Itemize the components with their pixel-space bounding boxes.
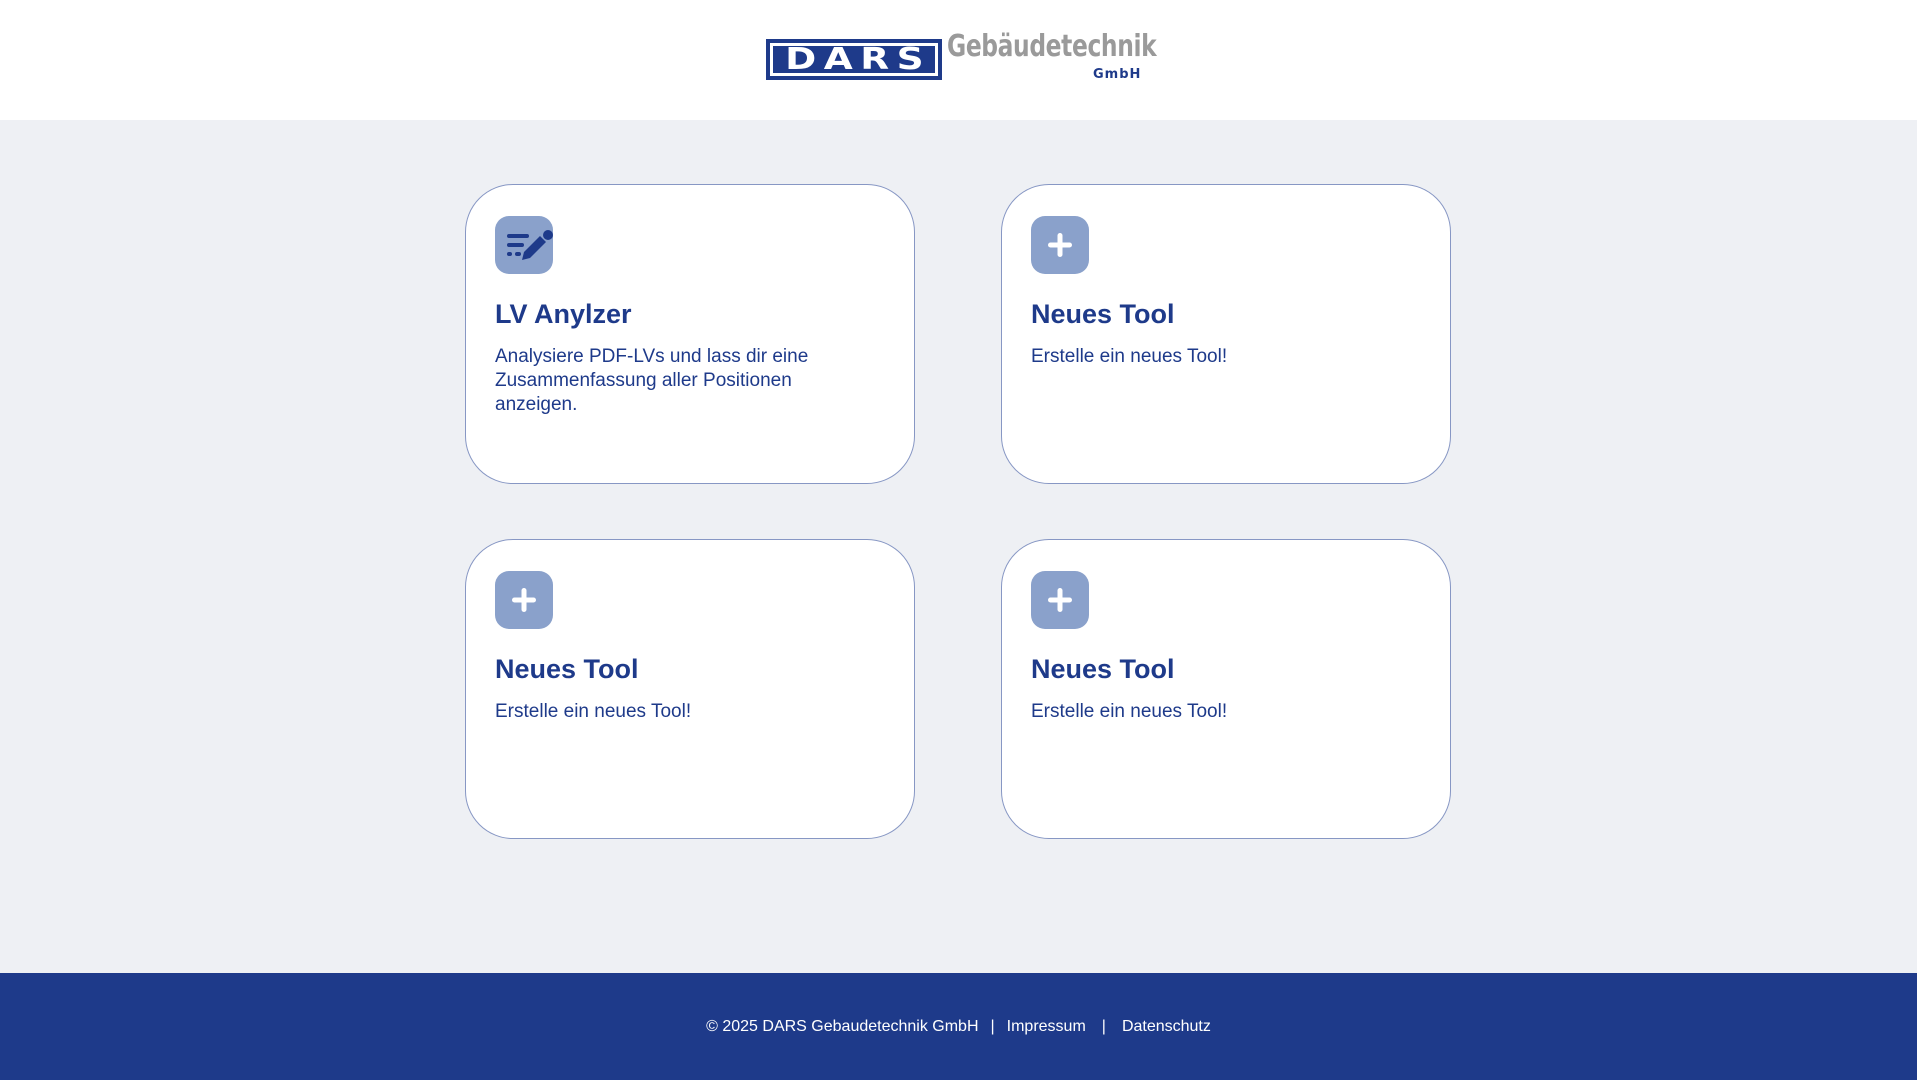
impressum-link[interactable]: Impressum <box>1007 1018 1086 1036</box>
card-title: Neues Tool <box>1031 654 1175 684</box>
footer: © 2025 DARS Gebaudetechnik GmbH | Impres… <box>0 973 1917 1080</box>
plus-icon <box>1031 571 1089 629</box>
tool-card-new-tool-2[interactable]: Neues Tool Erstelle ein neues Tool! <box>465 539 915 839</box>
logo-word: Gebäudetechnik <box>947 29 1157 64</box>
datenschutz-link[interactable]: Datenschutz <box>1122 1018 1211 1036</box>
logo-sub: GmbH <box>1093 67 1142 82</box>
card-description: Erstelle ein neues Tool! <box>495 701 692 722</box>
tool-card-lv-analyzer[interactable]: LV Anylzer Analysiere PDF-LVs und lass d… <box>465 184 915 484</box>
card-title: LV Anylzer <box>495 299 632 329</box>
logo-box-text: DARS <box>784 41 931 77</box>
plus-icon <box>1031 216 1089 274</box>
card-title: Neues Tool <box>495 654 639 684</box>
company-logo[interactable]: DARS Gebäudetechnik GmbH <box>766 32 1157 84</box>
tool-card-new-tool-3[interactable]: Neues Tool Erstelle ein neues Tool! <box>1001 539 1451 839</box>
card-description: Analysiere PDF-LVs und lass dir eine Zus… <box>495 346 809 415</box>
header: DARS Gebäudetechnik GmbH <box>0 0 1917 120</box>
footer-copyright: © 2025 DARS Gebaudetechnik GmbH <box>706 1017 979 1035</box>
plus-icon <box>495 571 553 629</box>
tool-card-new-tool-1[interactable]: Neues Tool Erstelle ein neues Tool! <box>1001 184 1451 484</box>
card-description: Erstelle ein neues Tool! <box>1031 701 1228 722</box>
logo-box: DARS <box>766 39 942 80</box>
footer-separator: | <box>990 1017 995 1035</box>
card-description: Erstelle ein neues Tool! <box>1031 346 1228 367</box>
footer-separator: | <box>1101 1017 1106 1035</box>
card-title: Neues Tool <box>1031 299 1175 329</box>
edit-document-icon <box>495 216 553 274</box>
